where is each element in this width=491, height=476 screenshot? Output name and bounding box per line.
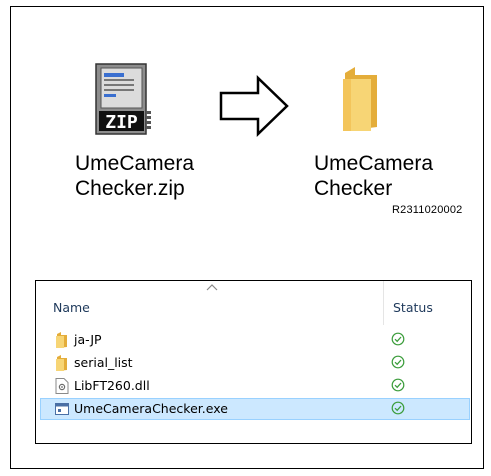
folder-label: UmeCamera Checker	[314, 152, 434, 200]
folder-icon	[56, 332, 67, 348]
column-header-row: Name Status	[36, 281, 471, 325]
synced-check-icon	[391, 332, 405, 346]
folder-icon	[56, 355, 67, 371]
synced-check-icon	[391, 401, 405, 415]
file-name: UmeCameraChecker.exe	[74, 401, 228, 416]
zip-file-label: UmeCamera Checker.zip	[75, 152, 195, 200]
file-name: serial_list	[74, 355, 133, 370]
sort-ascending-icon[interactable]	[206, 283, 218, 291]
synced-check-icon	[391, 378, 405, 392]
arrow-right-icon	[219, 75, 289, 137]
dll-file-icon	[55, 378, 69, 394]
file-row-libft260-dll[interactable]: LibFT260.dll	[40, 375, 470, 397]
file-row-umecamerachecker-exe[interactable]: UmeCameraChecker.exe	[40, 398, 470, 420]
file-explorer-list: Name Status ja-JP serial_list LibFT260.d…	[35, 280, 472, 444]
column-header-name[interactable]: Name	[53, 300, 90, 315]
file-name: LibFT260.dll	[74, 378, 150, 393]
folder-icon	[343, 67, 377, 131]
svg-text:ZIP: ZIP	[105, 112, 138, 133]
reference-code: R2311020002	[392, 204, 463, 216]
file-row-serial-list[interactable]: serial_list	[40, 352, 470, 374]
file-name: ja-JP	[74, 332, 102, 347]
column-separator[interactable]	[383, 281, 384, 325]
column-header-status[interactable]: Status	[393, 300, 433, 315]
file-row-ja-jp[interactable]: ja-JP	[40, 329, 470, 351]
zip-archive-icon: ZIP	[95, 63, 151, 135]
synced-check-icon	[391, 355, 405, 369]
exe-file-icon	[55, 403, 69, 415]
